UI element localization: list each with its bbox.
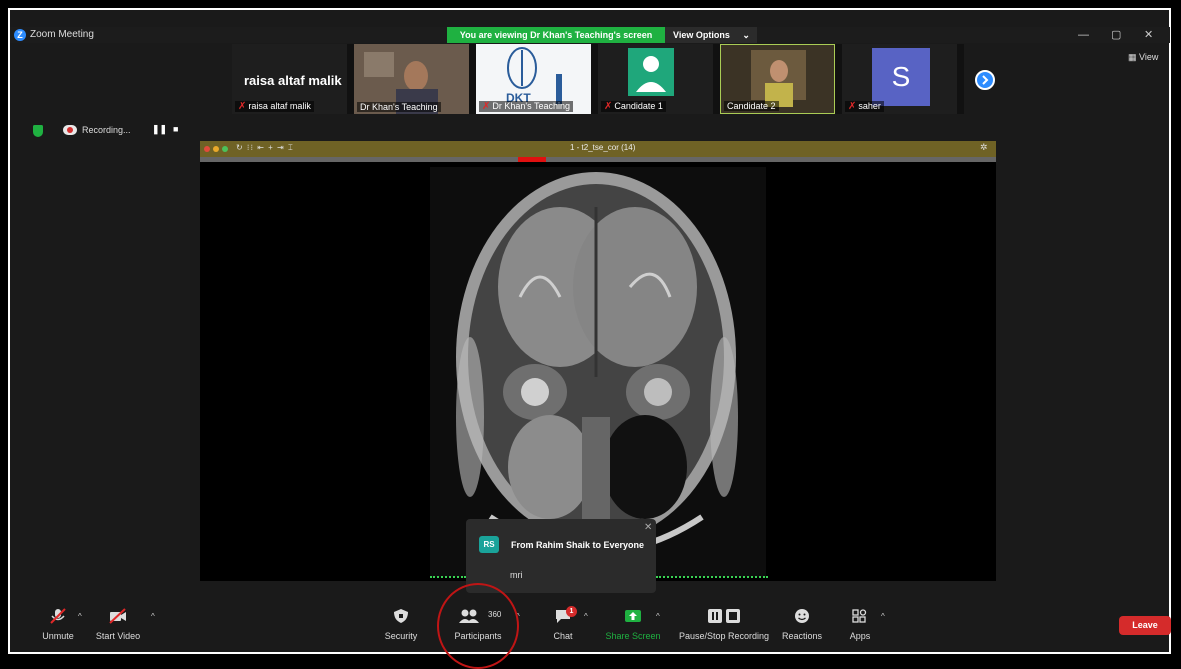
close-dot-icon xyxy=(204,146,210,152)
view-layout-button[interactable]: ▦ View xyxy=(1128,52,1158,63)
close-button[interactable]: ✕ xyxy=(1144,27,1153,43)
view-label: View xyxy=(1139,52,1159,62)
apps-label: Apps xyxy=(849,631,871,641)
chat-label: Chat xyxy=(553,631,573,641)
maximize-button[interactable]: ▢ xyxy=(1111,27,1121,43)
muted-mic-icon xyxy=(50,608,66,624)
slice-ruler xyxy=(200,157,996,162)
minimize-dot-icon xyxy=(213,146,219,152)
participant-label: ✗ raisa altaf malik xyxy=(235,101,314,112)
smiley-icon xyxy=(795,609,809,623)
shield-icon xyxy=(394,609,408,623)
unmute-button[interactable]: Unmute xyxy=(38,598,78,644)
apps-button[interactable]: Apps xyxy=(840,598,880,644)
cloud-record-icon xyxy=(63,125,77,135)
dicom-viewer-toolbar: ↻ ⁝⁝ ⇤ + ⇥ ⌶ 1 - t2_tse_cor (14) ✲ xyxy=(200,141,996,157)
pause-stop-recording-button[interactable]: Pause/Stop Recording xyxy=(674,598,774,644)
chat-unread-badge: 1 xyxy=(566,606,577,617)
unmute-label: Unmute xyxy=(42,631,74,641)
apps-icon xyxy=(852,609,867,623)
participant-tile[interactable]: ✗ Candidate 1 xyxy=(598,44,713,114)
muted-mic-icon: ✗ xyxy=(238,101,247,112)
slice-position-marker xyxy=(518,157,546,162)
participant-tile[interactable]: raisa altaf malik ✗ raisa altaf malik xyxy=(232,44,347,114)
participant-label: Candidate 2 xyxy=(724,101,779,111)
pause-stop-recording-label: Pause/Stop Recording xyxy=(678,631,770,641)
avatar: RS xyxy=(479,536,499,553)
participant-label: ✗ Dr Khan's Teaching xyxy=(479,101,573,112)
stop-recording-icon[interactable]: ■ xyxy=(173,124,178,134)
muted-mic-icon: ✗ xyxy=(482,101,491,112)
chat-notification-popup[interactable]: RS From Rahim Shaik to Everyone mri ✕ xyxy=(466,519,656,593)
chat-button[interactable]: Chat xyxy=(543,598,583,644)
share-screen-label: Share Screen xyxy=(605,631,661,641)
share-options-caret-icon[interactable]: ^ xyxy=(656,612,660,621)
participant-name: raisa altaf malik xyxy=(244,73,342,88)
pause-stop-icon xyxy=(708,609,740,623)
chevron-right-icon xyxy=(982,75,989,85)
encryption-shield-icon xyxy=(33,125,43,137)
chevron-down-icon: ⌄ xyxy=(742,30,750,40)
shared-screen: ↻ ⁝⁝ ⇤ + ⇥ ⌶ 1 - t2_tse_cor (14) ✲ xyxy=(200,141,996,581)
participant-tile-active[interactable]: Candidate 2 xyxy=(720,44,835,114)
share-screen-button[interactable]: Share Screen xyxy=(598,598,668,644)
view-options-label: View Options xyxy=(673,30,730,40)
viewing-banner: You are viewing Dr Khan's Teaching's scr… xyxy=(447,27,665,43)
start-video-label: Start Video xyxy=(95,631,141,641)
zoom-logo-icon: Z xyxy=(14,29,26,41)
zoom-dot-icon xyxy=(222,146,228,152)
next-page-button[interactable] xyxy=(975,70,995,90)
avatar: S xyxy=(872,48,930,106)
title-bar: Z Zoom Meeting You are viewing Dr Khan's… xyxy=(10,27,1170,43)
minimize-button[interactable]: — xyxy=(1078,27,1089,43)
start-video-button[interactable]: Start Video xyxy=(90,598,146,644)
close-icon[interactable]: ✕ xyxy=(644,522,652,533)
reactions-label: Reactions xyxy=(781,631,823,641)
settings-gear-icon: ✲ xyxy=(980,142,988,152)
muted-mic-icon: ✗ xyxy=(604,101,613,112)
recording-status: Recording... xyxy=(82,125,131,135)
share-screen-icon xyxy=(625,610,641,622)
chat-caret-icon[interactable]: ^ xyxy=(584,612,588,621)
pause-recording-icon[interactable]: ❚❚ xyxy=(152,124,167,135)
chat-message: mri xyxy=(510,570,523,580)
muted-mic-icon: ✗ xyxy=(848,101,857,112)
viewer-progress-indicator xyxy=(656,576,768,580)
video-off-icon xyxy=(109,608,126,624)
viewer-progress-indicator xyxy=(430,576,466,580)
participant-label: ✗ Candidate 1 xyxy=(601,101,666,112)
video-options-caret-icon[interactable]: ^ xyxy=(151,612,155,621)
leave-button[interactable]: Leave xyxy=(1119,616,1171,635)
participant-tile[interactable]: S ✗ saher xyxy=(842,44,957,114)
annotation-circle xyxy=(437,583,519,669)
meeting-controls-toolbar: Unmute ^ Start Video ^ Security 360 Part… xyxy=(10,598,1171,650)
participant-label: Dr Khan's Teaching xyxy=(357,102,441,112)
viewer-tool-icons: ↻ ⁝⁝ ⇤ + ⇥ ⌶ xyxy=(236,143,294,152)
participant-tile[interactable]: Dr Khan's Teaching xyxy=(354,44,469,114)
grid-icon: ▦ xyxy=(1128,52,1137,62)
security-label: Security xyxy=(384,631,418,641)
reactions-button[interactable]: Reactions xyxy=(777,598,827,644)
mri-scan-image xyxy=(430,167,766,577)
apps-caret-icon[interactable]: ^ xyxy=(881,612,885,621)
series-title: 1 - t2_tse_cor (14) xyxy=(570,143,636,152)
chat-sender: From Rahim Shaik to Everyone xyxy=(511,540,645,550)
audio-options-caret-icon[interactable]: ^ xyxy=(78,612,82,621)
participant-label: ✗ saher xyxy=(845,101,884,112)
participant-thumbnail-strip: raisa altaf malik ✗ raisa altaf malik Dr … xyxy=(232,44,964,114)
view-options-button[interactable]: View Options ⌄ xyxy=(665,27,757,43)
participant-tile[interactable]: DKT ✗ Dr Khan's Teaching xyxy=(476,44,591,114)
app-title: Zoom Meeting xyxy=(30,29,94,40)
security-button[interactable]: Security xyxy=(381,598,421,644)
